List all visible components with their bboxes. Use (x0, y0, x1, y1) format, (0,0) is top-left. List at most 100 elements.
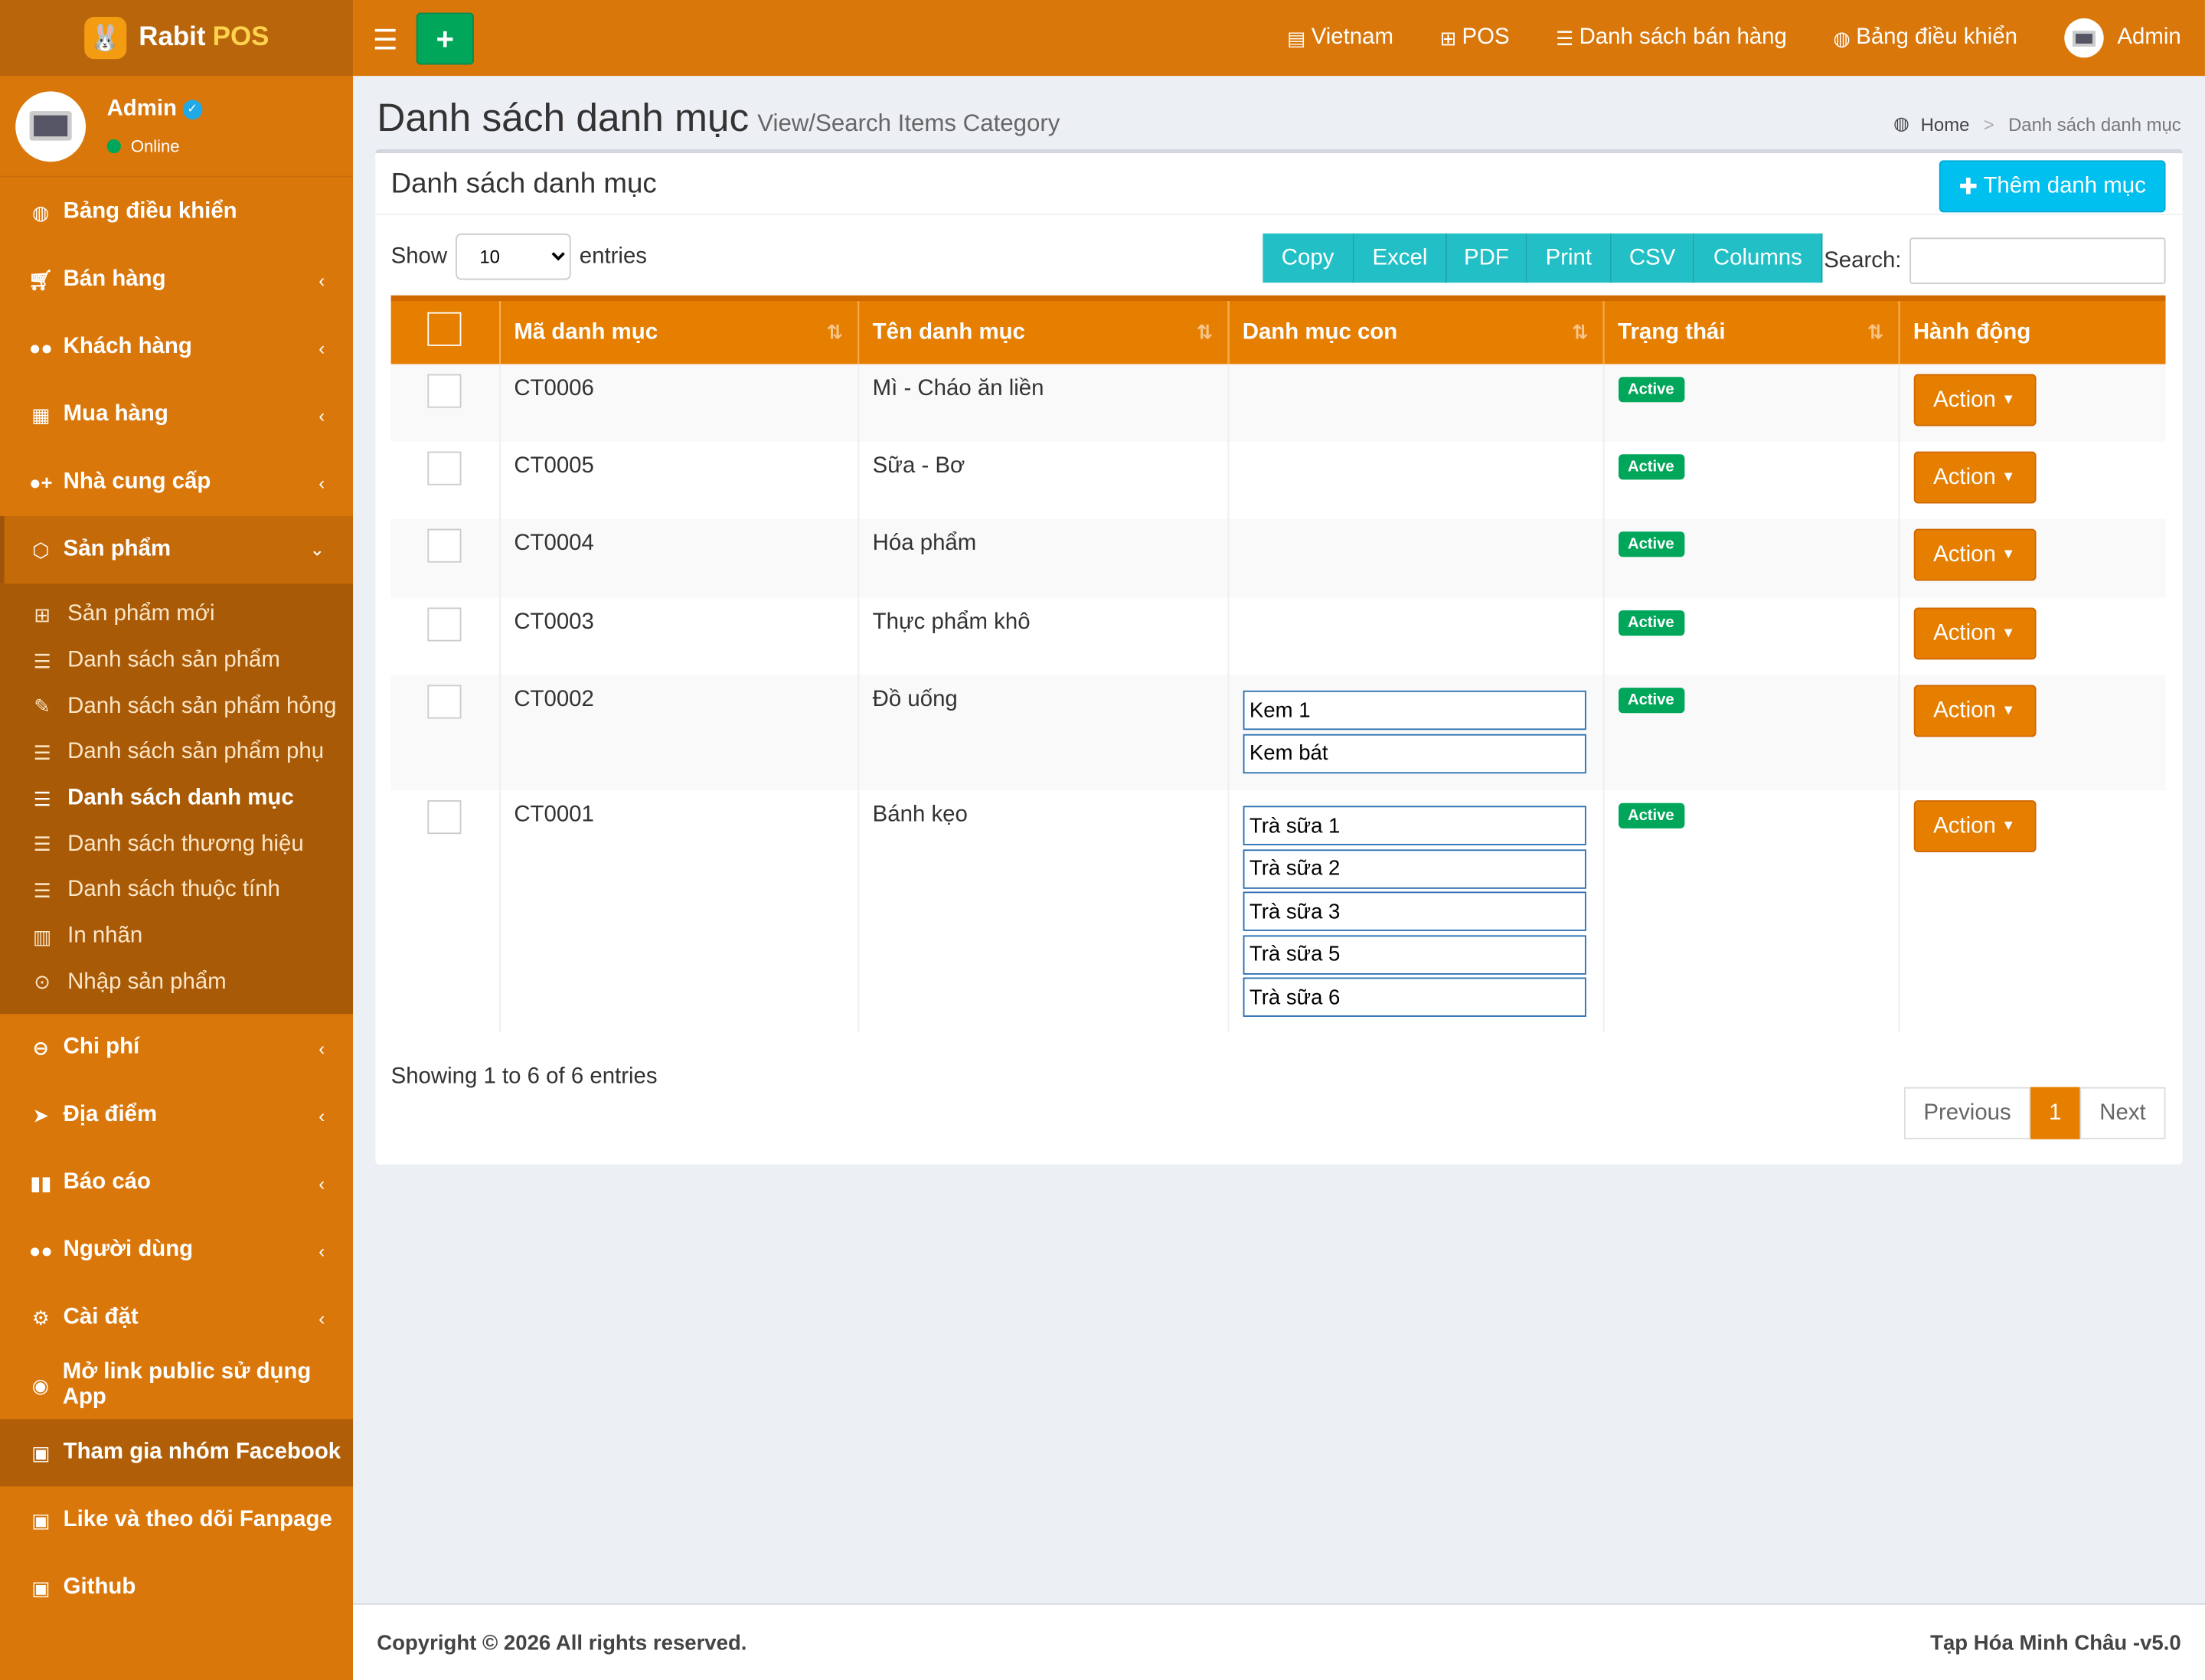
sidebar-item-github[interactable]: ▣ Github (0, 1554, 353, 1622)
pdf-button[interactable]: PDF (1446, 233, 1527, 283)
sidebar-item-sales[interactable]: 🛒︎ Bán hàng ‹ (0, 246, 353, 313)
subcategory-item[interactable]: Trà sữa 2 (1242, 848, 1586, 888)
hamburger-menu-icon[interactable]: ☰ (373, 22, 398, 57)
header-action: Hành động (1899, 298, 2166, 364)
subcategory-item[interactable]: Trà sữa 1 (1242, 806, 1586, 845)
sidebar-item-public-app[interactable]: ◉ Mở link public sử dụng App (0, 1352, 353, 1419)
page-title-text: Danh sách danh mục (377, 95, 750, 139)
select-all-checkbox[interactable] (427, 312, 462, 346)
subitem-attribute-list[interactable]: ☰ Danh sách thuộc tính (0, 868, 353, 914)
action-dropdown-button[interactable]: Action ▼ (1913, 451, 2036, 504)
copy-button[interactable]: Copy (1263, 233, 1354, 283)
search-input[interactable] (1909, 237, 2166, 285)
nav-dashboard[interactable]: ◍ Bảng điều khiển (1833, 25, 2017, 51)
row-checkbox[interactable] (427, 374, 462, 408)
bar-chart-icon: ▮▮ (30, 1171, 52, 1194)
subcategory-item[interactable]: Trà sữa 6 (1242, 977, 1586, 1017)
action-label: Action (1933, 620, 1996, 646)
nav-language[interactable]: ▤ Vietnam (1287, 25, 1393, 51)
sidebar-item-fanpage[interactable]: ▣ Like và theo dõi Fanpage (0, 1487, 353, 1554)
breadcrumb-home[interactable]: Home (1921, 113, 1970, 135)
sidebar-item-reports[interactable]: ▮▮ Báo cáo ‹ (0, 1149, 353, 1217)
pagination: Previous 1 Next (1903, 1087, 2166, 1139)
sidebar-item-products[interactable]: ⬡ Sản phẩm ⌄ (0, 516, 354, 584)
action-dropdown-button[interactable]: Action ▼ (1913, 374, 2036, 427)
list-icon: ☰ (1556, 25, 1574, 49)
add-category-button[interactable]: ✚ Thêm danh mục (1939, 160, 2166, 213)
subitem-sub-product-list[interactable]: ☰ Danh sách sản phẩm phụ (0, 730, 353, 776)
code-cell: CT0003 (499, 597, 859, 675)
page-1-button[interactable]: 1 (2030, 1087, 2080, 1139)
status-cell: Active (1602, 597, 1900, 675)
nav-pos[interactable]: ⊞ POS (1440, 25, 1510, 51)
excel-button[interactable]: Excel (1354, 233, 1447, 283)
sidebar-item-customers[interactable]: ●● Khách hàng ‹ (0, 314, 353, 381)
products-submenu: ⊞ Sản phẩm mới ☰ Danh sách sản phẩm ✎ Danh … (0, 583, 354, 1015)
header-name[interactable]: Tên danh mục ⇅ (858, 298, 1229, 364)
columns-button[interactable]: Columns (1694, 233, 1823, 283)
header-action-label: Hành động (1913, 319, 2031, 345)
category-box: Danh sách danh mục ✚ Thêm danh mục Show 1… (375, 149, 2183, 1165)
table-row: CT0002 Đồ uống Kem 1 Kem bát Active Action ▼ (390, 675, 2166, 791)
subcategory-cell (1227, 518, 1604, 598)
csv-button[interactable]: CSV (1611, 233, 1695, 283)
sidebar-item-settings[interactable]: ⚙ Cài đặt ‹ (0, 1284, 353, 1352)
code-cell: CT0006 (499, 364, 859, 442)
action-dropdown-button[interactable]: Action ▼ (1913, 800, 2036, 853)
chevron-left-icon: ‹ (318, 1105, 325, 1126)
subcategory-item[interactable]: Kem bát (1242, 733, 1586, 773)
subcategory-item[interactable]: Trà sữa 3 (1242, 891, 1586, 931)
action-dropdown-button[interactable]: Action ▼ (1913, 607, 2036, 660)
brand-logo[interactable]: 🐰 Rabit POS (0, 0, 354, 77)
print-button[interactable]: Print (1527, 233, 1612, 283)
header-code[interactable]: Mã danh mục ⇅ (499, 298, 859, 364)
chevron-left-icon: ‹ (318, 1240, 325, 1261)
subitem-brand-list[interactable]: ☰ Danh sách thương hiệu (0, 822, 353, 868)
row-checkbox[interactable] (427, 607, 462, 642)
minus-circle-icon: ⊖ (32, 1036, 50, 1059)
subitem-category-list[interactable]: ☰ Danh sách danh mục (0, 776, 353, 822)
list-icon: ☰ (33, 878, 51, 902)
header-sub-label: Danh mục con (1242, 319, 1398, 345)
subitem-print-label[interactable]: ▥ In nhãn (0, 914, 353, 960)
top-navbar: ☰ + ▤ Vietnam ⊞ POS ☰ Danh sách bán hàng ◍ B… (353, 0, 2205, 77)
sidebar-item-facebook-group[interactable]: ▣ Tham gia nhóm Facebook (0, 1419, 354, 1487)
nav-sales-list[interactable]: ☰ Danh sách bán hàng (1556, 25, 1787, 51)
row-checkbox[interactable] (427, 528, 462, 563)
subitem-import-product[interactable]: ⊙ Nhập sản phẩm (0, 960, 353, 1006)
previous-button[interactable]: Previous (1903, 1087, 2031, 1139)
row-checkbox[interactable] (427, 685, 462, 719)
subitem-damaged-list[interactable]: ✎ Danh sách sản phẩm hỏng (0, 684, 353, 730)
user-panel: Admin ✓ Online (0, 76, 354, 178)
sidebar-item-dashboard[interactable]: ◍ Bảng điều khiển (0, 178, 353, 246)
sidebar-item-locations[interactable]: ➤ Địa điểm ‹ (0, 1082, 353, 1149)
quick-add-button[interactable]: + (416, 12, 474, 65)
export-buttons: Copy Excel PDF Print CSV Columns (1263, 233, 1823, 283)
sidebar-item-expenses[interactable]: ⊖ Chi phí ‹ (0, 1015, 353, 1082)
sidebar-item-suppliers[interactable]: ●+ Nhà cung cấp ‹ (0, 449, 353, 516)
list-icon: ☰ (33, 649, 51, 672)
table-row: CT0001 Bánh kẹo Trà sữa 1 Trà sữa 2 Trà sữa … (390, 790, 2166, 1033)
subcategory-item[interactable]: Trà sữa 5 (1242, 934, 1586, 974)
row-checkbox[interactable] (427, 451, 462, 485)
search-label: Search: (1824, 248, 1902, 273)
sidebar-item-users[interactable]: ●● Người dùng ‹ (0, 1217, 353, 1284)
subcategory-item[interactable]: Kem 1 (1242, 690, 1586, 731)
action-dropdown-button[interactable]: Action ▼ (1913, 685, 2036, 737)
action-label: Action (1933, 542, 1996, 567)
subitem-product-list[interactable]: ☰ Danh sách sản phẩm (0, 638, 353, 684)
subitem-label: Danh sách sản phẩm phụ (67, 740, 325, 765)
next-button[interactable]: Next (2079, 1087, 2166, 1139)
action-dropdown-button[interactable]: Action ▼ (1913, 528, 2036, 581)
footer-copyright: Copyright © 2026 All rights reserved. (377, 1631, 747, 1655)
nav-user-menu[interactable]: Admin (2063, 18, 2181, 58)
row-checkbox[interactable] (427, 800, 462, 835)
header-status[interactable]: Trạng thái ⇅ (1602, 298, 1900, 364)
entries-select[interactable]: 10 (456, 233, 571, 280)
breadcrumb-separator: > (1983, 113, 1994, 135)
action-cell: Action ▼ (1899, 598, 2166, 675)
sidebar-item-purchases[interactable]: ▦ Mua hàng ‹ (0, 381, 353, 449)
header-subcategories[interactable]: Danh mục con ⇅ (1227, 298, 1604, 364)
page-title: Danh sách danh mục View/Search Items Cate… (377, 96, 1060, 141)
subitem-new-product[interactable]: ⊞ Sản phẩm mới (0, 592, 353, 638)
